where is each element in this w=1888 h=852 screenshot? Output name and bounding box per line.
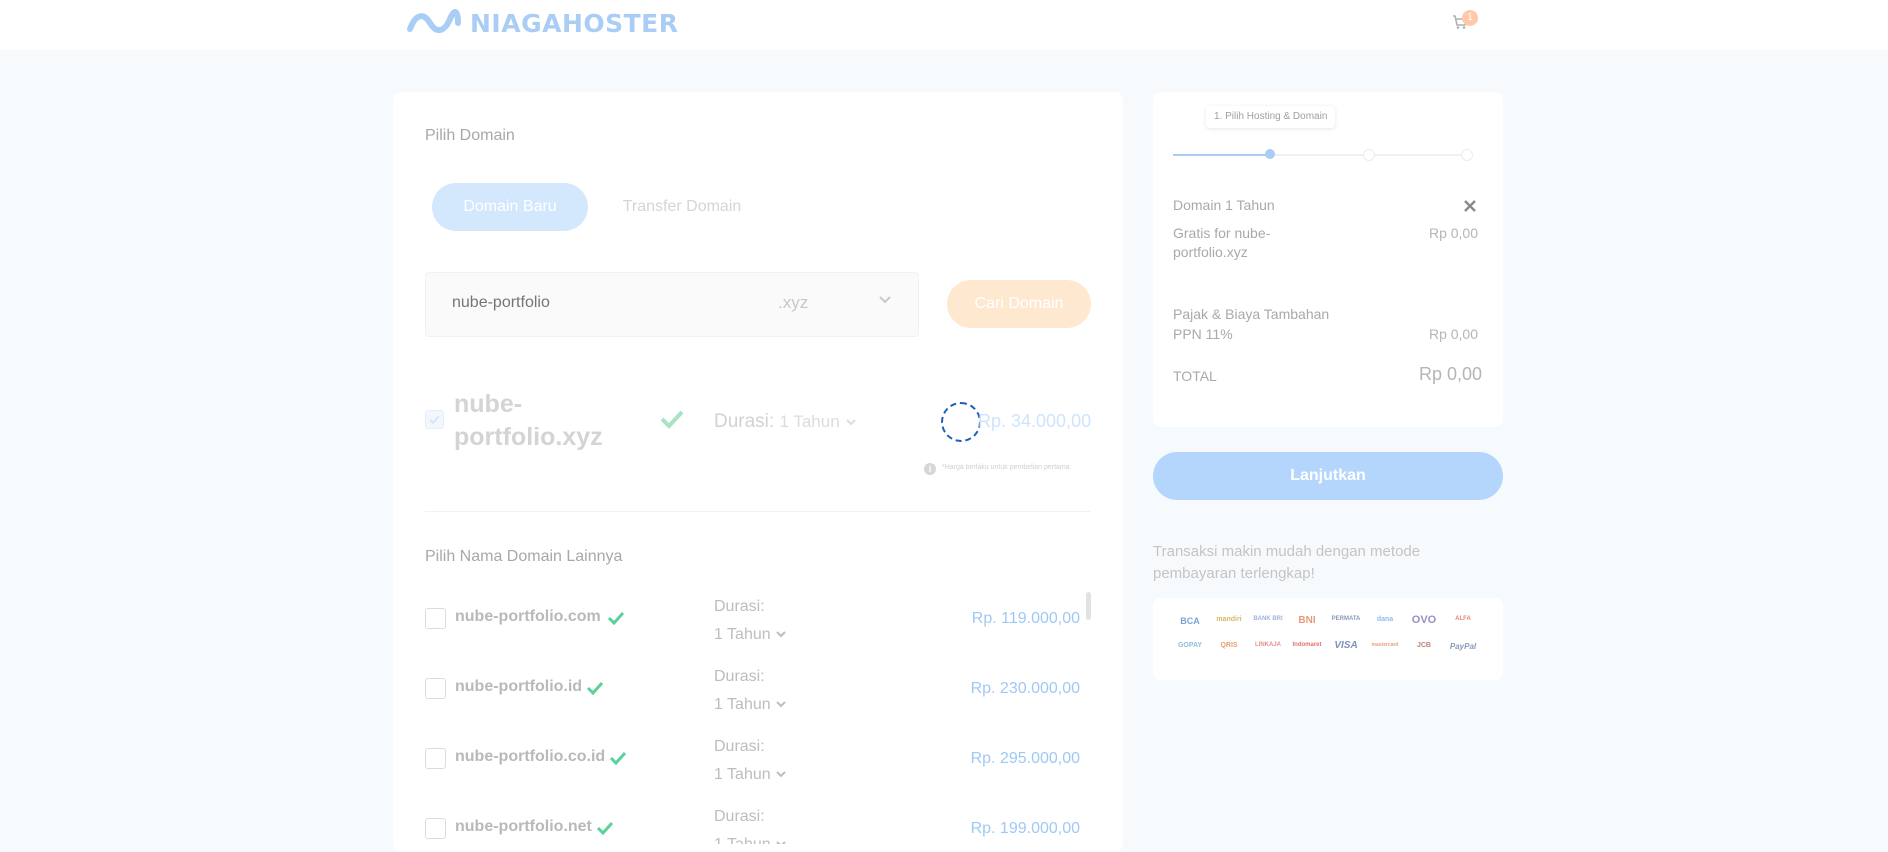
search-domain-button[interactable]: Cari Domain: [947, 280, 1091, 328]
duration-value: 1 Tahun: [714, 836, 771, 844]
duration-select[interactable]: 1 Tahun: [714, 626, 787, 644]
domain-row: nube-portfolio.id Durasi: 1 Tahun Rp. 23…: [425, 668, 1080, 728]
summary-item-desc: Gratis for nube-portfolio.xyz: [1173, 225, 1271, 260]
loading-spinner: [941, 402, 981, 442]
payment-logo: Indomaret: [1292, 642, 1322, 648]
brand-name: NIAGAHOSTER: [470, 8, 679, 38]
chevron-down-icon: [846, 419, 856, 426]
selected-domain-checkbox[interactable]: [425, 410, 444, 429]
step-dot: [1461, 149, 1473, 161]
duration-label: Durasi:: [714, 598, 765, 615]
duration-select[interactable]: 1 Tahun: [714, 836, 787, 844]
continue-button[interactable]: Lanjutkan: [1153, 452, 1503, 500]
domain-search-box: .xyz: [425, 272, 919, 337]
payment-logo: OVO: [1411, 614, 1437, 626]
domain-search-input[interactable]: [450, 293, 754, 313]
domain-price: Rp. 199.000,00: [970, 820, 1080, 837]
top-header: NIAGAHOSTER 1: [0, 0, 1888, 50]
available-check-icon: [609, 751, 627, 765]
payment-logo: ALFA: [1455, 616, 1471, 622]
step-dot: [1363, 149, 1375, 161]
domain-checkbox[interactable]: [425, 678, 446, 699]
selected-domain-name: nube-portfolio.xyz: [454, 390, 603, 451]
duration-value: 1 Tahun: [714, 696, 771, 713]
domain-row: nube-portfolio.net Durasi: 1 Tahun Rp. 1…: [425, 808, 1080, 844]
payment-logo: mandiri: [1216, 616, 1242, 623]
list-scrollbar[interactable]: [1086, 592, 1091, 620]
other-domains-title: Pilih Nama Domain Lainnya: [425, 548, 623, 565]
duration-value: 1 Tahun: [779, 412, 840, 431]
step-dot-active: [1265, 149, 1275, 159]
domain-price: Rp. 119.000,00: [971, 610, 1080, 627]
available-check-icon: [596, 821, 614, 835]
summary-item-price: Rp 0,00: [1428, 225, 1478, 241]
available-check-icon: [607, 611, 625, 625]
brand-logo[interactable]: NIAGAHOSTER: [406, 6, 679, 40]
tab-domain-baru[interactable]: Domain Baru: [432, 183, 588, 231]
divider: [425, 511, 1090, 512]
payment-logo: QRIS: [1220, 642, 1238, 649]
duration-value: 1 Tahun: [714, 626, 771, 643]
domain-checkbox[interactable]: [425, 608, 446, 629]
step-progress-fill: [1173, 154, 1271, 156]
payment-logo: LINKAJA: [1254, 642, 1281, 648]
chevron-down-icon: [776, 771, 786, 778]
domain-name: nube-portfolio.com: [455, 608, 601, 625]
total-label: TOTAL: [1173, 368, 1217, 384]
chevron-down-icon: [776, 631, 786, 638]
duration-select[interactable]: 1 Tahun: [714, 696, 787, 714]
duration-select[interactable]: 1 Tahun: [714, 766, 787, 784]
domain-name: nube-portfolio.co.id: [455, 748, 606, 765]
chevron-down-icon[interactable]: [878, 295, 892, 305]
tld-select[interactable]: .xyz: [778, 293, 808, 313]
payment-logo: dana: [1376, 616, 1394, 623]
tax-title: Pajak & Biaya Tambahan: [1173, 306, 1330, 322]
info-icon: i: [924, 463, 936, 475]
brand-wave-icon: [407, 9, 461, 33]
chevron-down-icon: [776, 841, 786, 844]
duration-label: Durasi:: [714, 411, 775, 432]
cart-count-badge: 1: [1462, 10, 1478, 26]
checkmark-icon: [429, 415, 440, 425]
total-value: Rp 0,00: [1418, 364, 1482, 384]
payment-logo: VISA: [1334, 640, 1358, 651]
payment-logo: mastercard: [1371, 642, 1399, 648]
section-title: Pilih Domain: [425, 127, 515, 144]
domain-price: Rp. 230.000,00: [970, 680, 1080, 697]
domain-price: Rp. 295.000,00: [970, 750, 1080, 767]
tab-transfer-domain[interactable]: Transfer Domain: [602, 183, 762, 231]
summary-item-title: Domain 1 Tahun: [1173, 197, 1275, 213]
domain-checkbox[interactable]: [425, 818, 446, 839]
duration-label: Durasi:: [714, 808, 765, 825]
available-check-icon: [586, 681, 604, 695]
tax-price: Rp 0,00: [1428, 326, 1478, 342]
domain-row: nube-portfolio.com Durasi: 1 Tahun Rp. 1…: [425, 598, 1080, 658]
payment-promo-text: Transaksi makin mudah dengan metode pemb…: [1153, 543, 1421, 582]
payment-logo: BNI: [1298, 615, 1316, 626]
duration-label: Durasi:: [714, 668, 765, 685]
domain-name: nube-portfolio.id: [455, 678, 583, 695]
payment-logo: PERMATA: [1331, 616, 1361, 622]
duration-value: 1 Tahun: [714, 766, 771, 783]
selected-domain-duration[interactable]: Durasi: 1 Tahun: [714, 411, 857, 433]
tax-desc: PPN 11%: [1173, 326, 1233, 342]
duration-label: Durasi:: [714, 738, 765, 755]
domain-row: nube-portfolio.co.id Durasi: 1 Tahun Rp.…: [425, 738, 1080, 798]
payment-logo: JCB: [1416, 642, 1431, 649]
selected-domain-price: Rp. 34.000,00: [978, 411, 1092, 431]
step-tooltip: 1. Pilih Hosting & Domain: [1206, 106, 1336, 128]
domain-checkbox[interactable]: [425, 748, 446, 769]
payment-logo: BCA: [1180, 616, 1200, 626]
chevron-down-icon: [776, 701, 786, 708]
payment-logo: PayPal: [1449, 642, 1477, 651]
available-check-icon: [660, 410, 684, 429]
domain-name: nube-portfolio.net: [455, 818, 592, 835]
payment-logo: BANK BRI: [1253, 616, 1283, 622]
close-icon[interactable]: [1464, 200, 1476, 212]
payment-logo: GOPAY: [1177, 642, 1203, 649]
domain-tabs: Domain Baru Transfer Domain: [432, 183, 772, 231]
price-note: *Harga berlaku untuk pembelian pertama: [942, 464, 1070, 471]
payment-methods-card: BCA mandiri BANK BRI BNI PERMATA dana OV…: [1153, 598, 1503, 680]
